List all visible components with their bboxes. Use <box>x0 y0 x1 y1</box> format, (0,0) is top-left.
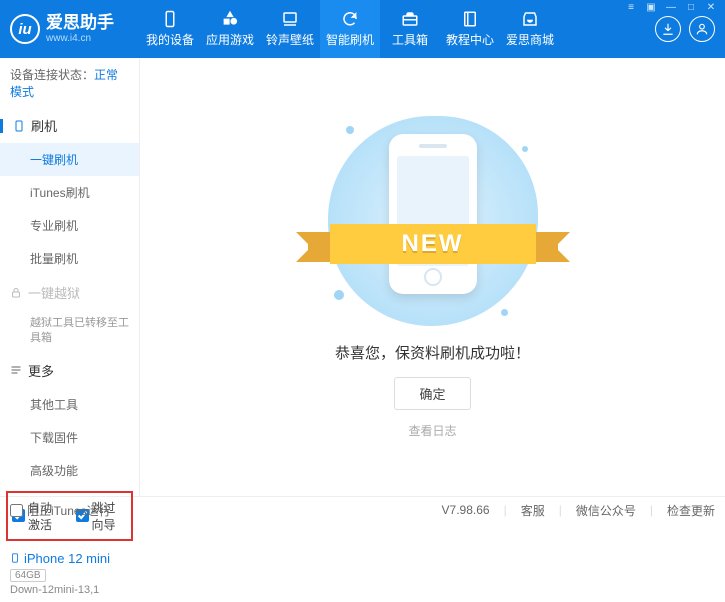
section-more[interactable]: 更多 <box>0 353 139 388</box>
ok-button[interactable]: 确定 <box>394 377 470 410</box>
download-button[interactable] <box>655 16 681 42</box>
sidebar-item-flash-1[interactable]: iTunes刷机 <box>0 176 139 209</box>
main-content: NEW 恭喜您，保资料刷机成功啦！ 确定 查看日志 <box>140 58 725 496</box>
sidebar-item-flash-0[interactable]: 一键刷机 <box>0 143 139 176</box>
device-capacity: 64GB <box>10 569 46 582</box>
section-jailbreak: 一键越狱 <box>0 275 139 310</box>
jailbreak-note: 越狱工具已转移至工具箱 <box>0 310 139 353</box>
block-itunes-checkbox[interactable]: 阻止iTunes运行 <box>10 502 111 519</box>
logo-icon: iu <box>10 14 40 44</box>
wechat-link[interactable]: 微信公众号 <box>576 502 636 519</box>
sidebar-item-more-2[interactable]: 高级功能 <box>0 454 139 487</box>
nav-store[interactable]: 爱思商城 <box>500 0 560 58</box>
sidebar-item-more-1[interactable]: 下载固件 <box>0 421 139 454</box>
device-model: Down-12mini-13,1 <box>10 584 129 596</box>
sidebar: 设备连接状态：正常模式 刷机 一键刷机iTunes刷机专业刷机批量刷机 一键越狱… <box>0 58 140 496</box>
nav-phone[interactable]: 我的设备 <box>140 0 200 58</box>
brand-name: 爱思助手 <box>46 14 114 33</box>
nav-label: 我的设备 <box>146 31 194 48</box>
apps-icon <box>220 10 240 28</box>
sidebar-item-flash-2[interactable]: 专业刷机 <box>0 209 139 242</box>
sidebar-item-more-0[interactable]: 其他工具 <box>0 388 139 421</box>
version-label: V7.98.66 <box>442 503 490 517</box>
nav-refresh[interactable]: 智能刷机 <box>320 0 380 58</box>
book-icon <box>460 10 480 28</box>
view-log-link[interactable]: 查看日志 <box>408 422 456 439</box>
success-illustration: NEW <box>328 116 538 326</box>
nav-label: 工具箱 <box>392 31 428 48</box>
close-icon[interactable]: ✕ <box>703 2 719 13</box>
lock-icon <box>10 287 22 299</box>
nav-music[interactable]: 铃声壁纸 <box>260 0 320 58</box>
toolbox-icon <box>400 10 420 28</box>
connection-status: 设备连接状态：正常模式 <box>0 58 139 108</box>
minimize-icon[interactable]: — <box>663 2 679 13</box>
music-icon <box>280 10 300 28</box>
refresh-icon <box>340 10 360 28</box>
success-message: 恭喜您，保资料刷机成功啦！ <box>335 342 530 363</box>
nav-label: 铃声壁纸 <box>266 31 314 48</box>
device-block[interactable]: iPhone 12 mini 64GB Down-12mini-13,1 <box>0 545 139 602</box>
status-label: 设备连接状态： <box>10 68 94 82</box>
nav-label: 应用游戏 <box>206 31 254 48</box>
brand-url: www.i4.cn <box>46 33 114 44</box>
user-button[interactable] <box>689 16 715 42</box>
section-flash[interactable]: 刷机 <box>0 108 139 143</box>
window-controls: ≡ ▣ — □ ✕ <box>623 2 719 13</box>
device-name: iPhone 12 mini <box>24 551 110 566</box>
header: iu 爱思助手 www.i4.cn 我的设备应用游戏铃声壁纸智能刷机 工具箱 教程中… <box>0 0 725 58</box>
new-ribbon: NEW <box>330 224 536 264</box>
phone-icon <box>389 134 477 294</box>
sidebar-item-flash-3[interactable]: 批量刷机 <box>0 242 139 275</box>
device-icon <box>10 551 20 565</box>
phone-icon <box>160 10 180 28</box>
phone-icon <box>13 119 25 133</box>
store-icon <box>520 10 540 28</box>
main-nav: 我的设备应用游戏铃声壁纸智能刷机 工具箱 教程中心爱思商城 <box>140 0 655 58</box>
nav-toolbox[interactable]: 工具箱 <box>380 0 440 58</box>
pin-icon[interactable]: ▣ <box>643 2 659 13</box>
more-icon <box>10 364 22 376</box>
support-link[interactable]: 客服 <box>521 502 545 519</box>
logo-block: iu 爱思助手 www.i4.cn <box>10 14 140 44</box>
nav-apps[interactable]: 应用游戏 <box>200 0 260 58</box>
check-update-link[interactable]: 检查更新 <box>667 502 715 519</box>
menu-icon[interactable]: ≡ <box>623 2 639 13</box>
nav-label: 教程中心 <box>446 31 494 48</box>
nav-book[interactable]: 教程中心 <box>440 0 500 58</box>
nav-label: 智能刷机 <box>326 31 374 48</box>
maximize-icon[interactable]: □ <box>683 2 699 13</box>
nav-label: 爱思商城 <box>506 31 554 48</box>
